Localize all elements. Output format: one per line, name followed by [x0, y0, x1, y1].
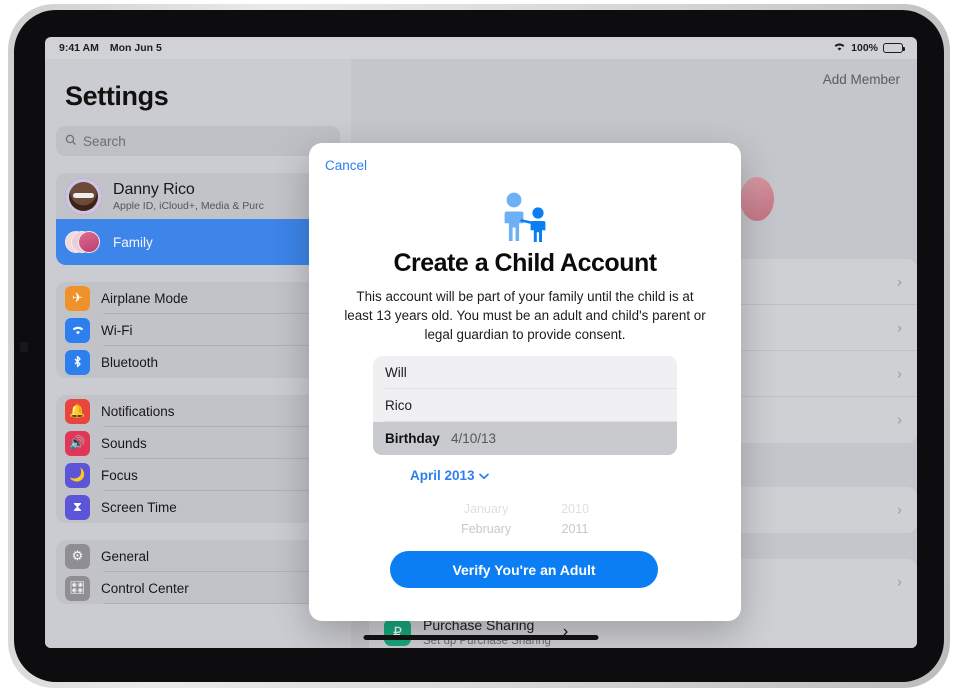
- sidebar-item-label: Screen Time: [101, 499, 177, 515]
- parent-and-child-icon: [309, 191, 741, 243]
- sidebar-item-label: Notifications: [101, 403, 175, 419]
- last-name-value: Rico: [385, 398, 413, 413]
- sidebar-item-sounds[interactable]: 🔊 Sounds: [56, 427, 340, 459]
- family-avatars: [65, 229, 102, 255]
- search-input[interactable]: Search: [56, 126, 340, 156]
- sidebar-item-label: Sounds: [101, 435, 147, 451]
- camera-sensor-icon: [20, 342, 28, 352]
- chevron-right-icon: ›: [897, 501, 902, 519]
- avatar: [65, 177, 102, 215]
- bluetooth-icon: [65, 349, 90, 375]
- first-name-value: Will: [385, 365, 407, 380]
- modal-title: Create a Child Account: [393, 249, 657, 277]
- status-date: Mon Jun 5: [109, 42, 162, 54]
- device-frame: 9:41 AM Mon Jun 5 100% Settings Search D…: [0, 0, 958, 692]
- sidebar-item-apple-account[interactable]: Danny Rico Apple ID, iCloud+, Media & Pu…: [56, 173, 340, 219]
- date-picker-wheel[interactable]: January February 2010 2011: [375, 502, 675, 550]
- sidebar-group-alerts: 🔔 Notifications 🔊 Sounds 🌙 Focus ⧗ Scree: [56, 395, 340, 523]
- wifi-icon: [833, 42, 846, 55]
- bell-icon: 🔔: [65, 398, 90, 424]
- sidebar-item-family[interactable]: Family: [56, 219, 340, 265]
- gear-icon: ⚙: [65, 543, 90, 569]
- sliders-icon: 🎛: [65, 575, 90, 601]
- sidebar-item-label: Family: [113, 234, 153, 250]
- sidebar-item-label: Control Center: [101, 580, 189, 596]
- status-time: 9:41 AM: [59, 42, 99, 54]
- sidebar-item-screen-time[interactable]: ⧗ Screen Time: [56, 491, 340, 523]
- birthday-field[interactable]: Birthday 4/10/13: [373, 422, 677, 455]
- chevron-down-icon: [478, 468, 489, 483]
- year-option[interactable]: 2010: [561, 502, 589, 516]
- ipad-screen: 9:41 AM Mon Jun 5 100% Settings Search D…: [45, 37, 917, 648]
- status-bar: 9:41 AM Mon Jun 5 100%: [45, 37, 917, 59]
- modal-description: This account will be part of your family…: [344, 289, 706, 342]
- account-subtitle: Apple ID, iCloud+, Media & Purc: [113, 199, 264, 212]
- first-name-field[interactable]: Will: [373, 356, 677, 389]
- year-option[interactable]: 2011: [561, 522, 589, 536]
- sidebar-item-wifi[interactable]: Wi-Fi: [56, 314, 340, 346]
- home-indicator[interactable]: [363, 635, 599, 640]
- account-name: Danny Rico: [113, 180, 195, 198]
- sidebar-item-control-center[interactable]: 🎛 Control Center: [56, 572, 340, 604]
- month-year-label: April 2013: [410, 468, 475, 483]
- sidebar-group-connectivity: ✈ Airplane Mode Wi-Fi Bluetooth: [56, 282, 340, 378]
- child-account-form: Will Rico Birthday 4/10/13: [373, 356, 677, 455]
- sidebar-item-label: General: [101, 548, 150, 564]
- sidebar-item-bluetooth[interactable]: Bluetooth: [56, 346, 340, 378]
- year-column[interactable]: 2010 2011: [561, 502, 589, 550]
- battery-icon: [883, 43, 905, 53]
- sidebar-item-label: Airplane Mode: [101, 290, 189, 306]
- settings-sidebar: Settings Search Danny Rico Apple ID, iCl…: [45, 59, 351, 648]
- account-text: Danny Rico Apple ID, iCloud+, Media & Pu…: [113, 181, 264, 212]
- month-column[interactable]: January February: [461, 502, 511, 550]
- add-member-button[interactable]: Add Member: [823, 72, 900, 87]
- verify-adult-button[interactable]: Verify You're an Adult: [390, 551, 658, 588]
- cancel-button[interactable]: Cancel: [325, 158, 367, 173]
- status-bar-right: 100%: [833, 42, 905, 55]
- chevron-right-icon: ›: [897, 273, 902, 291]
- purchase-sharing-icon: ₽: [384, 618, 411, 646]
- search-placeholder: Search: [83, 133, 126, 149]
- sidebar-item-label: Bluetooth: [101, 354, 159, 370]
- birthday-label: Birthday: [385, 431, 440, 446]
- chevron-right-icon: ›: [897, 573, 902, 591]
- page-title: Settings: [65, 81, 169, 111]
- hourglass-icon: ⧗: [65, 494, 90, 520]
- battery-percent-label: 100%: [851, 42, 878, 54]
- wifi-icon: [65, 317, 90, 343]
- month-year-toggle[interactable]: April 2013: [410, 468, 489, 483]
- chevron-right-icon: ›: [897, 411, 902, 429]
- sidebar-item-focus[interactable]: 🌙 Focus: [56, 459, 340, 491]
- last-name-field[interactable]: Rico: [373, 389, 677, 422]
- sidebar-account-group: Danny Rico Apple ID, iCloud+, Media & Pu…: [56, 173, 340, 265]
- sidebar-item-notifications[interactable]: 🔔 Notifications: [56, 395, 340, 427]
- sidebar-item-airplane-mode[interactable]: ✈ Airplane Mode: [56, 282, 340, 314]
- sidebar-item-label: Focus: [101, 467, 138, 483]
- status-bar-left: 9:41 AM Mon Jun 5: [59, 42, 162, 54]
- chevron-right-icon: ›: [897, 365, 902, 383]
- chevron-right-icon: ›: [897, 319, 902, 337]
- month-option[interactable]: February: [461, 522, 511, 536]
- sidebar-group-system: ⚙ General 🎛 Control Center: [56, 540, 340, 604]
- search-icon: [65, 134, 77, 149]
- speaker-icon: 🔊: [65, 430, 90, 456]
- month-option[interactable]: January: [461, 502, 511, 516]
- airplane-icon: ✈: [65, 285, 90, 311]
- sidebar-item-general[interactable]: ⚙ General: [56, 540, 340, 572]
- birthday-value: 4/10/13: [451, 431, 497, 446]
- moon-icon: 🌙: [65, 462, 90, 488]
- member-avatar: [740, 177, 774, 221]
- sidebar-item-label: Wi-Fi: [101, 322, 133, 338]
